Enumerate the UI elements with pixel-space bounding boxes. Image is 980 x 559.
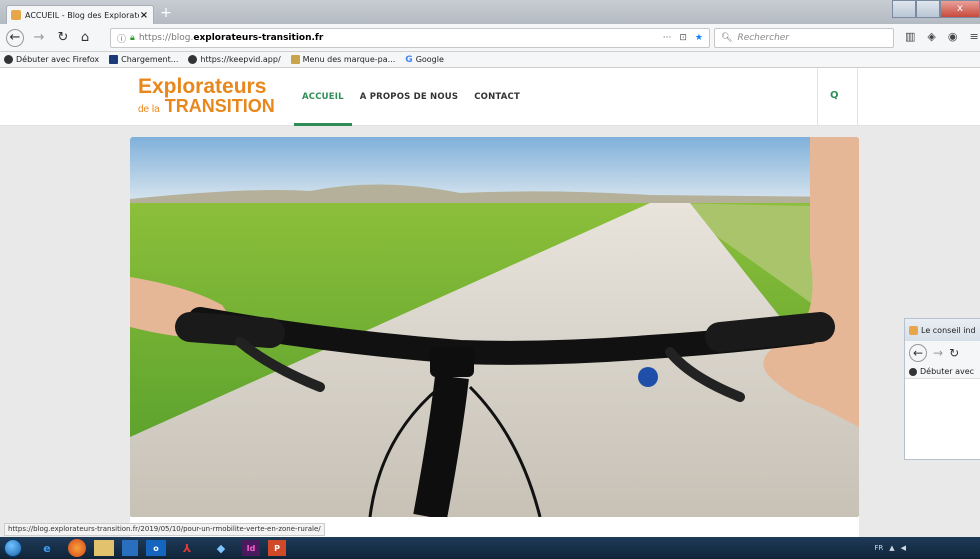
internet-explorer-icon[interactable]: e: [34, 538, 60, 558]
hero-image[interactable]: [130, 137, 859, 517]
lock-icon: 🔒︎: [130, 33, 135, 43]
search-placeholder: Rechercher: [737, 33, 790, 43]
site-search-icon[interactable]: Q: [830, 90, 839, 101]
system-tray: FR ▲ ◀: [874, 537, 906, 559]
header-divider: [857, 68, 858, 126]
folder-icon: [290, 55, 300, 64]
maximize-button[interactable]: [916, 0, 940, 18]
window-controls: x: [892, 0, 980, 18]
globe-icon: [188, 55, 198, 64]
close-tab-icon[interactable]: ×: [139, 10, 149, 21]
back-button[interactable]: ←: [6, 29, 24, 47]
bookmark-folder[interactable]: Menu des marque-pa...: [290, 55, 395, 64]
main-menu: ACCUEIL A PROPOS DE NOUS CONTACT: [294, 68, 528, 126]
menu-item-contact[interactable]: CONTACT: [466, 68, 528, 126]
search-icon: 🔍︎: [721, 33, 733, 43]
toolbar-icons: ▥ ◈ ◉ ≡: [905, 30, 979, 43]
tab-title: ACCUEIL - Blog des Explorateu: [25, 10, 139, 20]
info-icon[interactable]: ⓘ: [117, 32, 126, 45]
menu-item-a-propos[interactable]: A PROPOS DE NOUS: [352, 68, 466, 126]
start-button[interactable]: [0, 537, 26, 559]
site-header: Explorateurs de la TRANSITION ACCUEIL A …: [0, 68, 980, 126]
status-link-text: https://blog.explorateurs-transition.fr/…: [4, 523, 325, 536]
globe-icon: [4, 55, 13, 64]
acrobat-icon[interactable]: ⅄: [174, 538, 200, 558]
address-bar[interactable]: ⓘ 🔒︎ https://blog.explorateurs-transitio…: [110, 28, 710, 48]
reload-button[interactable]: ↻: [54, 29, 72, 47]
pocket-icon[interactable]: ⊡: [679, 33, 687, 43]
second-window-nav: ← → ↻: [905, 341, 980, 365]
yahoo-icon: [109, 55, 119, 64]
library-icon[interactable]: ▥: [905, 30, 915, 43]
page-actions-icon[interactable]: ···: [663, 33, 672, 43]
globe-icon: [909, 367, 917, 376]
forward-button[interactable]: →: [30, 29, 48, 47]
windows-logo-icon: [4, 539, 22, 557]
powerpoint-icon[interactable]: P: [268, 540, 286, 556]
bike-handlebar-photo: [130, 137, 859, 517]
site-favicon-icon: [909, 325, 918, 335]
new-tab-button[interactable]: +: [158, 5, 174, 21]
bookmarks-toolbar: Débuter avec Firefox Chargement... https…: [0, 52, 980, 68]
close-window-button[interactable]: x: [940, 0, 980, 18]
teams-icon[interactable]: ◆: [208, 538, 234, 558]
url-text: https://blog.explorateurs-transition.fr: [138, 33, 324, 43]
header-divider: [817, 68, 818, 126]
search-bar[interactable]: 🔍︎ Rechercher: [714, 28, 894, 48]
bookmark-item[interactable]: https://keepvid.app/: [188, 55, 281, 64]
outlook-icon[interactable]: o: [146, 540, 166, 556]
second-browser-window[interactable]: Le conseil ind ← → ↻ Débuter avec: [904, 318, 980, 460]
bookmark-star-icon[interactable]: ★: [695, 33, 703, 43]
browser-tab-active[interactable]: ACCUEIL - Blog des Explorateu ×: [6, 5, 154, 24]
bookmark-item[interactable]: Chargement...: [109, 55, 178, 64]
reload-icon[interactable]: ↻: [949, 346, 959, 360]
volume-icon[interactable]: ◀: [901, 544, 906, 552]
google-icon: G: [405, 54, 413, 65]
extension-icon[interactable]: ◈: [927, 30, 935, 43]
bookmark-item[interactable]: Débuter avec Firefox: [4, 55, 99, 64]
media-player-icon[interactable]: [122, 540, 138, 556]
windows-taskbar: e o ⅄ ◆ Id P FR ▲ ◀: [0, 537, 980, 559]
second-window-bookmarks[interactable]: Débuter avec: [905, 365, 980, 379]
forward-icon[interactable]: →: [933, 346, 943, 360]
browser-nav-bar: ← → ↻ ⌂ ⓘ 🔒︎ https://blog.explorateurs-t…: [0, 24, 980, 52]
language-indicator[interactable]: FR: [874, 544, 883, 552]
bookmark-item[interactable]: G Google: [405, 55, 444, 65]
minimize-button[interactable]: [892, 0, 916, 18]
indesign-icon[interactable]: Id: [242, 540, 260, 556]
url-tools: ··· ⊡ ★: [663, 33, 703, 43]
site-logo[interactable]: Explorateurs de la TRANSITION: [138, 76, 275, 115]
menu-icon[interactable]: ≡: [969, 30, 978, 43]
site-favicon-icon: [11, 10, 21, 20]
firefox-icon[interactable]: [68, 539, 86, 557]
second-window-tab[interactable]: Le conseil ind: [905, 319, 980, 341]
file-explorer-icon[interactable]: [94, 540, 114, 556]
browser-tab-bar: ACCUEIL - Blog des Explorateu × + x: [0, 0, 980, 24]
addon-icon[interactable]: ◉: [948, 30, 958, 43]
chevron-up-icon[interactable]: ▲: [889, 544, 894, 552]
menu-item-accueil[interactable]: ACCUEIL: [294, 68, 352, 126]
home-button[interactable]: ⌂: [76, 29, 94, 47]
back-icon[interactable]: ←: [909, 344, 927, 362]
